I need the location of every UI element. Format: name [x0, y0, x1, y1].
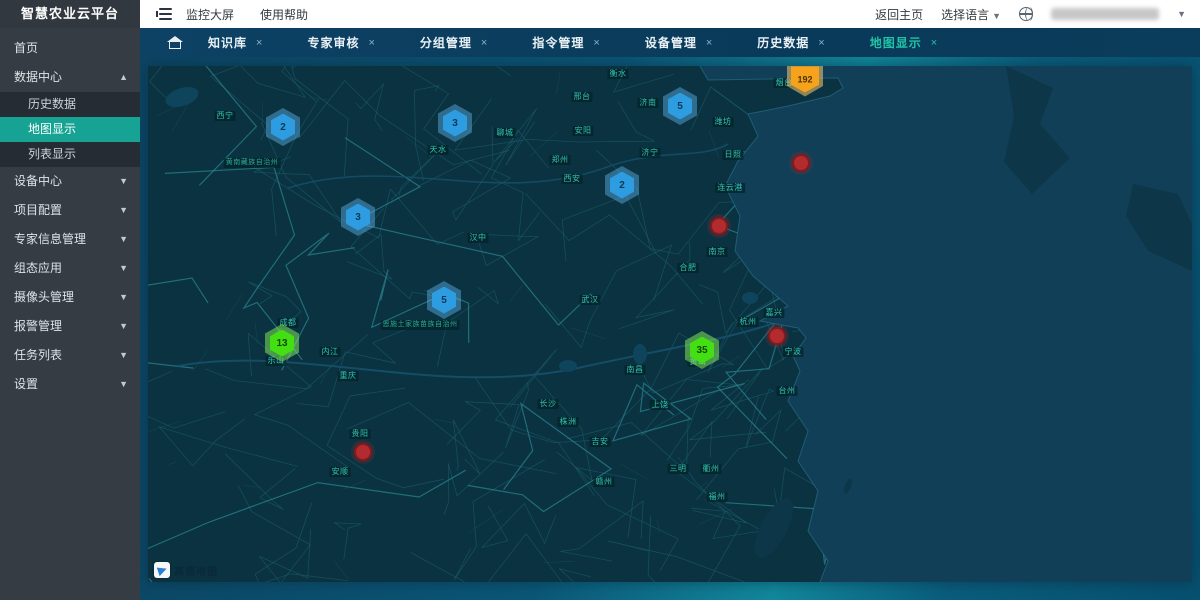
- cluster-ring: 5: [663, 87, 697, 125]
- amap-logo-icon: [154, 562, 170, 578]
- topbar-item-使用帮助[interactable]: 使用帮助: [260, 6, 308, 23]
- tab-设备管理[interactable]: 设备管理 ×: [645, 34, 713, 51]
- content-area: 西宁黄南藏族自治州天水西安汉中郑州衡水邢台安阳聊城济南济宁潍坊烟台日照连云港南京…: [140, 57, 1200, 600]
- cluster-marker-5[interactable]: 5: [663, 87, 697, 125]
- cluster-count: 3: [346, 204, 370, 231]
- chevron-down-icon: ▼: [119, 196, 128, 225]
- chevron-down-icon: ▼: [119, 283, 128, 312]
- cluster-count: 5: [432, 287, 456, 314]
- topbar-right: 返回主页 选择语言▼ ▼: [875, 6, 1200, 23]
- map-panel[interactable]: 西宁黄南藏族自治州天水西安汉中郑州衡水邢台安阳聊城济南济宁潍坊烟台日照连云港南京…: [148, 66, 1192, 582]
- device-point-marker[interactable]: [768, 327, 786, 345]
- sidebar-item-摄像头管理[interactable]: 摄像头管理▼: [0, 283, 140, 312]
- tab-close-icon[interactable]: ×: [931, 37, 938, 49]
- chevron-down-icon: ▼: [119, 167, 128, 196]
- device-point-marker[interactable]: [710, 217, 728, 235]
- sidebar-item-任务列表[interactable]: 任务列表▼: [0, 341, 140, 370]
- sidebar-subitem-列表显示[interactable]: 列表显示: [0, 142, 140, 167]
- chevron-down-icon: ▼: [992, 11, 1001, 21]
- language-select[interactable]: 选择语言▼: [941, 6, 1001, 23]
- sidebar-item-报警管理[interactable]: 报警管理▼: [0, 312, 140, 341]
- topbar: 监控大屏 使用帮助 返回主页 选择语言▼ ▼: [140, 0, 1200, 28]
- collapse-sidebar-icon[interactable]: [156, 8, 172, 20]
- tab-知识库[interactable]: 知识库 ×: [208, 34, 263, 51]
- sidebar-subitem-地图显示[interactable]: 地图显示: [0, 117, 140, 142]
- map-attribution: 高德地图: [154, 562, 218, 578]
- cluster-ring: 2: [266, 108, 300, 146]
- device-point-marker[interactable]: [792, 154, 810, 172]
- globe-icon[interactable]: [1019, 7, 1033, 21]
- tab-专家审核[interactable]: 专家审核 ×: [307, 34, 375, 51]
- sidebar-item-数据中心[interactable]: 数据中心▲: [0, 63, 140, 92]
- chevron-down-icon: ▼: [119, 254, 128, 283]
- cluster-ring: 3: [341, 198, 375, 236]
- cluster-ring: 3: [438, 104, 472, 142]
- cluster-count: 5: [668, 93, 692, 120]
- cluster-marker-35[interactable]: 35: [685, 331, 719, 369]
- tabbar: 知识库 × 专家审核 × 分组管理 × 指令管理 × 设备管理 × 历史数据 × 地图显示 ×: [140, 28, 1200, 57]
- tab-close-icon[interactable]: ×: [706, 37, 713, 49]
- tab-label: 指令管理: [532, 34, 584, 51]
- chevron-down-icon: ▼: [119, 370, 128, 399]
- topbar-item-监控大屏[interactable]: 监控大屏: [186, 6, 234, 23]
- cluster-marker-5[interactable]: 5: [427, 281, 461, 319]
- chevron-down-icon: ▼: [119, 341, 128, 370]
- cluster-count: 3: [443, 110, 467, 137]
- sidebar-item-组态应用[interactable]: 组态应用▼: [0, 254, 140, 283]
- cluster-count: 13: [270, 330, 294, 357]
- tab-label: 专家审核: [307, 34, 359, 51]
- cluster-marker-13[interactable]: 13: [265, 324, 299, 362]
- open-tabs: 知识库 × 专家审核 × 分组管理 × 指令管理 × 设备管理 × 历史数据 × 地图显示 ×: [208, 34, 938, 51]
- home-tab-icon[interactable]: [168, 36, 182, 49]
- cluster-ring: 35: [685, 331, 719, 369]
- chevron-up-icon: ▲: [119, 63, 128, 92]
- app-logo: 智慧农业云平台: [0, 0, 140, 28]
- tab-close-icon[interactable]: ×: [818, 37, 825, 49]
- tab-label: 地图显示: [870, 34, 922, 51]
- tab-label: 分组管理: [420, 34, 472, 51]
- cluster-marker-3[interactable]: 3: [438, 104, 472, 142]
- tab-close-icon[interactable]: ×: [368, 37, 375, 49]
- cluster-count: 2: [271, 114, 295, 141]
- tab-label: 知识库: [208, 34, 247, 51]
- cluster-count: 2: [610, 172, 634, 199]
- cluster-count: 192: [791, 67, 819, 93]
- cluster-ring: 5: [427, 281, 461, 319]
- sidebar-menu: 首页数据中心▲历史数据地图显示列表显示设备中心▼项目配置▼专家信息管理▼组态应用…: [0, 28, 140, 399]
- tab-label: 历史数据: [757, 34, 809, 51]
- tab-close-icon[interactable]: ×: [256, 37, 263, 49]
- cluster-ring: 192: [787, 66, 823, 97]
- cluster-count: 35: [690, 337, 714, 364]
- tab-指令管理[interactable]: 指令管理 ×: [532, 34, 600, 51]
- sidebar-item-专家信息管理[interactable]: 专家信息管理▼: [0, 225, 140, 254]
- sidebar-item-设置[interactable]: 设置▼: [0, 370, 140, 399]
- tab-close-icon[interactable]: ×: [593, 37, 600, 49]
- sidebar-item-设备中心[interactable]: 设备中心▼: [0, 167, 140, 196]
- sidebar-item-项目配置[interactable]: 项目配置▼: [0, 196, 140, 225]
- map-attribution-text: 高德地图: [174, 563, 218, 578]
- cluster-ring: 2: [605, 166, 639, 204]
- topbar-menu: 监控大屏 使用帮助: [186, 6, 308, 23]
- back-home-link[interactable]: 返回主页: [875, 6, 923, 23]
- chevron-down-icon: ▼: [119, 225, 128, 254]
- sidebar-subitem-历史数据[interactable]: 历史数据: [0, 92, 140, 117]
- tab-地图显示[interactable]: 地图显示 ×: [870, 34, 938, 51]
- tab-历史数据[interactable]: 历史数据 ×: [757, 34, 825, 51]
- device-point-marker[interactable]: [354, 443, 372, 461]
- cluster-marker-192[interactable]: 192: [787, 66, 823, 97]
- tab-close-icon[interactable]: ×: [481, 37, 488, 49]
- sidebar: 智慧农业云平台 首页数据中心▲历史数据地图显示列表显示设备中心▼项目配置▼专家信…: [0, 0, 140, 600]
- tab-分组管理[interactable]: 分组管理 ×: [420, 34, 488, 51]
- cluster-marker-2[interactable]: 2: [266, 108, 300, 146]
- sidebar-submenu: 历史数据地图显示列表显示: [0, 92, 140, 167]
- cluster-marker-2[interactable]: 2: [605, 166, 639, 204]
- map-markers: 2353251335192: [148, 66, 1192, 582]
- sidebar-item-首页[interactable]: 首页: [0, 34, 140, 63]
- cluster-ring: 13: [265, 324, 299, 362]
- user-avatar-name[interactable]: [1051, 8, 1159, 20]
- user-chevron-down-icon[interactable]: ▼: [1177, 9, 1186, 19]
- cluster-marker-3[interactable]: 3: [341, 198, 375, 236]
- chevron-down-icon: ▼: [119, 312, 128, 341]
- tab-label: 设备管理: [645, 34, 697, 51]
